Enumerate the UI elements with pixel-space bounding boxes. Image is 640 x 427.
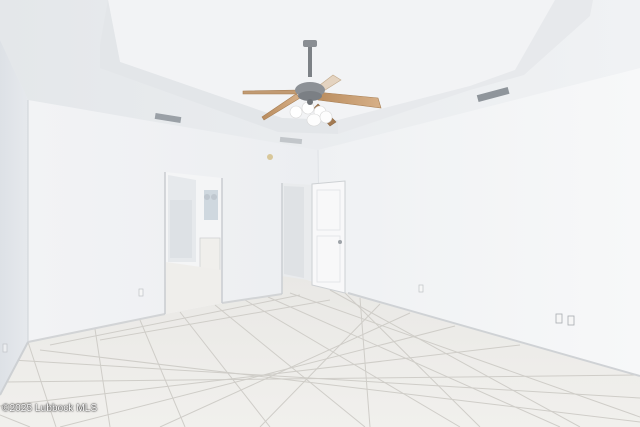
outlet-right-wall-3 [567,315,575,326]
outlet-left-wall [2,343,8,353]
watermark-caption: ©2025 Lubbock MLS [2,403,98,414]
smoke-detector [267,154,273,160]
outlet-right-wall-2 [555,313,563,324]
closet-doorway [281,180,346,294]
empty-bedroom-scene [0,0,640,427]
fan-blade-back-left [242,89,301,95]
outlet-right-wall-1 [418,284,424,293]
open-closet-door [311,180,346,294]
bathroom-doorway [164,172,223,314]
outlet-back-wall [138,288,144,297]
door-knob [338,240,342,244]
room-photo: ©2025 Lubbock MLS [0,0,640,427]
left-wall [0,40,28,395]
